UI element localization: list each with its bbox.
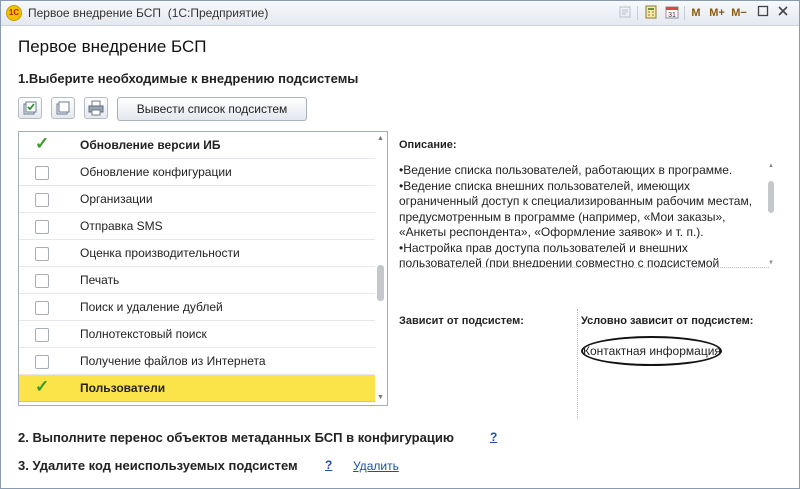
checkbox[interactable] bbox=[35, 247, 49, 261]
scroll-up-icon[interactable]: ▲ bbox=[376, 135, 385, 143]
step3-title: 3. Удалите код неиспользуемых подсистем bbox=[18, 458, 298, 473]
maximize-icon[interactable] bbox=[756, 5, 770, 21]
list-item[interactable]: Обновление конфигурации bbox=[19, 159, 375, 186]
list-item-label: Организации bbox=[80, 192, 153, 206]
description-text: •Ведение списка пользователей, работающи… bbox=[399, 163, 769, 268]
description-line: •Ведение списка пользователей, работающи… bbox=[399, 163, 733, 177]
list-item[interactable]: ✓ Обновление версии ИБ bbox=[19, 132, 375, 159]
svg-text:31: 31 bbox=[668, 12, 676, 19]
checkbox[interactable] bbox=[35, 355, 49, 369]
memory-button[interactable]: M bbox=[690, 5, 702, 21]
conditional-dependency-item[interactable]: Контактная информация bbox=[581, 336, 722, 366]
checkbox[interactable] bbox=[35, 328, 49, 342]
description-scrollbar[interactable]: ▲ ▼ bbox=[767, 163, 775, 267]
print-icon bbox=[88, 100, 104, 116]
description-label: Описание: bbox=[399, 139, 457, 151]
checkbox[interactable] bbox=[35, 193, 49, 207]
list-item[interactable]: Оценка производительности bbox=[19, 240, 375, 267]
list-item[interactable]: Полнотекстовый поиск bbox=[19, 321, 375, 348]
dependencies-divider bbox=[577, 309, 578, 419]
description-line: пользователей (при внедрении совместно с… bbox=[399, 256, 720, 268]
list-item-label: Полнотекстовый поиск bbox=[80, 327, 207, 341]
check-all-button[interactable] bbox=[18, 97, 42, 119]
uncheck-all-button[interactable] bbox=[51, 97, 75, 119]
history-icon[interactable] bbox=[618, 5, 632, 21]
checkbox[interactable] bbox=[35, 166, 49, 180]
window-app-name: (1С:Предприятие) bbox=[167, 6, 269, 20]
checkmark-icon[interactable]: ✓ bbox=[35, 134, 51, 154]
list-item-label: Поиск и удаление дублей bbox=[80, 300, 223, 314]
checkbox[interactable] bbox=[35, 220, 49, 234]
window-title: Первое внедрение БСП (1С:Предприятие) bbox=[28, 6, 268, 20]
description-line: •Ведение списка внешних пользователей, и… bbox=[399, 178, 691, 193]
list-item-label: Печать bbox=[80, 273, 120, 287]
scroll-down-icon[interactable]: ▼ bbox=[376, 394, 385, 402]
checkmark-icon[interactable]: ✓ bbox=[35, 377, 51, 397]
calculator-icon[interactable] bbox=[643, 5, 659, 21]
step2-title: 2. Выполните перенос объектов метаданных… bbox=[18, 430, 454, 445]
list-subsystems-button[interactable]: Вывести список подсистем bbox=[117, 97, 307, 121]
description-line: «Анкеты респондента», «Оформление заявок… bbox=[399, 225, 704, 239]
list-item-label: Пользователи bbox=[80, 381, 166, 395]
scroll-up-icon[interactable]: ▲ bbox=[768, 163, 774, 169]
scroll-thumb[interactable] bbox=[768, 181, 774, 213]
scroll-thumb[interactable] bbox=[377, 265, 384, 301]
list-item[interactable]: Получение файлов из Интернета bbox=[19, 348, 375, 375]
list-item[interactable]: Отправка SMS bbox=[19, 213, 375, 240]
subsystems-list: ✓ Обновление версии ИБ Обновление конфигур… bbox=[18, 131, 388, 406]
toolbar-separator bbox=[637, 6, 638, 20]
list-scrollbar[interactable]: ▲ ▼ bbox=[374, 132, 387, 405]
list-item[interactable]: Печать bbox=[19, 267, 375, 294]
list-item-label: Обновление конфигурации bbox=[80, 165, 232, 179]
uncheck-all-icon bbox=[56, 101, 70, 115]
app-logo-icon: 1С bbox=[6, 5, 22, 21]
conditional-depends-label: Условно зависит от подсистем: bbox=[581, 315, 754, 327]
print-button[interactable] bbox=[84, 97, 108, 119]
app-window: 1С Первое внедрение БСП (1С:Предприятие)… bbox=[0, 0, 800, 489]
title-bar: 1С Первое внедрение БСП (1С:Предприятие)… bbox=[1, 1, 799, 26]
scroll-down-icon[interactable]: ▼ bbox=[768, 260, 774, 266]
list-item[interactable]: Поиск и удаление дублей bbox=[19, 294, 375, 321]
window-title-text: Первое внедрение БСП bbox=[28, 6, 162, 20]
step2-help-link[interactable]: ? bbox=[490, 430, 497, 444]
list-item-label: Оценка производительности bbox=[80, 246, 240, 260]
delete-link[interactable]: Удалить bbox=[353, 459, 399, 473]
checkbox[interactable] bbox=[35, 301, 49, 315]
step1-title: 1.Выберите необходимые к внедрению подси… bbox=[18, 71, 359, 86]
check-all-icon bbox=[23, 101, 37, 115]
checkbox[interactable] bbox=[35, 274, 49, 288]
description-line: ограниченный доступ к специализированным… bbox=[399, 194, 753, 208]
list-item[interactable]: Организации bbox=[19, 186, 375, 213]
step3-help-link[interactable]: ? bbox=[325, 458, 332, 472]
calendar-icon[interactable]: 31 bbox=[664, 5, 680, 21]
page-title: Первое внедрение БСП bbox=[18, 37, 207, 56]
list-item-label: Обновление версии ИБ bbox=[80, 138, 221, 152]
depends-on-label: Зависит от подсистем: bbox=[399, 315, 524, 327]
description-line: предусмотренным в программе (например, «… bbox=[399, 209, 726, 224]
memory-subtract-button[interactable]: M− bbox=[730, 5, 748, 21]
close-icon[interactable] bbox=[776, 5, 790, 21]
list-item-label: Получение файлов из Интернета bbox=[80, 354, 266, 368]
toolbar-separator bbox=[684, 6, 685, 20]
memory-add-button[interactable]: M+ bbox=[708, 5, 726, 21]
list-item-label: Отправка SMS bbox=[80, 219, 163, 233]
list-item[interactable]: ✓ Пользователи bbox=[19, 375, 375, 402]
description-line: •Настройка прав доступа пользователей и … bbox=[399, 240, 688, 255]
